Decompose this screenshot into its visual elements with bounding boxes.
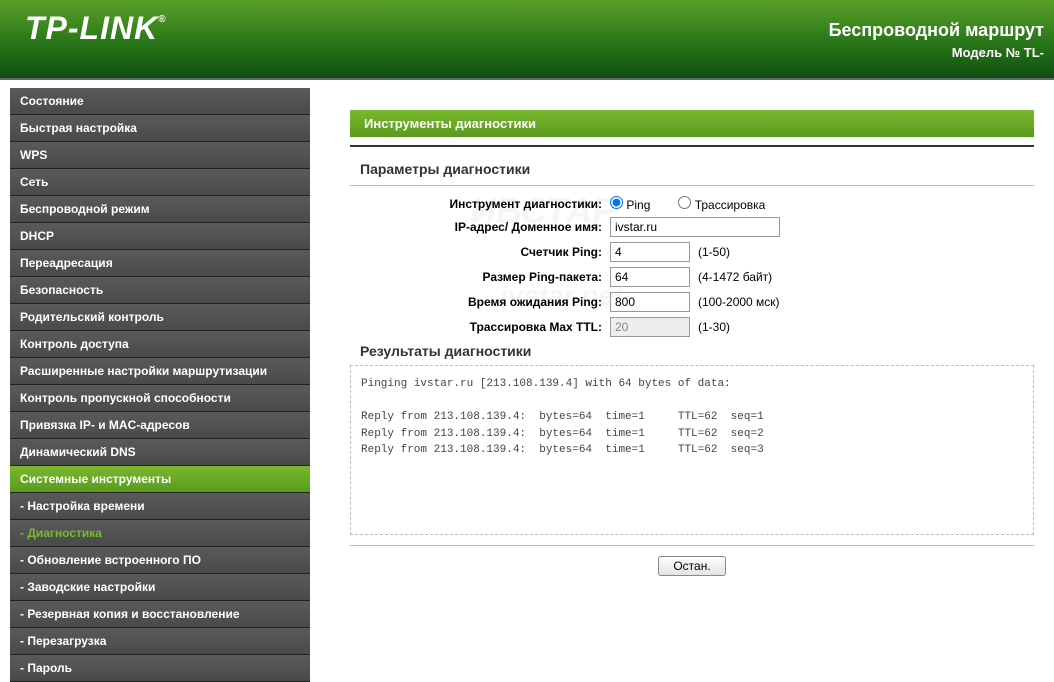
input-max-ttl [610,317,690,337]
radio-ping[interactable] [610,196,623,209]
input-timeout[interactable] [610,292,690,312]
stop-button[interactable]: Остан. [658,556,725,576]
nav-password[interactable]: - Пароль [10,655,310,682]
results-box: Pinging ivstar.ru [213.108.139.4] with 6… [350,365,1034,535]
input-ping-count[interactable] [610,242,690,262]
product-model: Модель № TL- [829,45,1044,60]
radio-ping-label[interactable]: Ping [610,196,650,212]
results-header: Результаты диагностики [360,343,1034,359]
nav-dhcp[interactable]: DHCP [10,223,310,250]
input-packet-size[interactable] [610,267,690,287]
nav-quick-setup[interactable]: Быстрая настройка [10,115,310,142]
nav-access-control[interactable]: Контроль доступа [10,331,310,358]
divider [350,185,1034,186]
radio-trace-label[interactable]: Трассировка [678,196,765,212]
label-ping-count: Счетчик Ping: [350,245,610,259]
nav-backup-restore[interactable]: - Резервная копия и восстановление [10,601,310,628]
hint-max-ttl: (1-30) [698,320,730,334]
nav-routing[interactable]: Расширенные настройки маршрутизации [10,358,310,385]
hint-timeout: (100-2000 мск) [698,295,780,309]
nav-status[interactable]: Состояние [10,88,310,115]
nav-parental[interactable]: Родительский контроль [10,304,310,331]
hint-ping-count: (1-50) [698,245,730,259]
nav-factory[interactable]: - Заводские настройки [10,574,310,601]
label-tool: Инструмент диагностики: [350,197,610,211]
header-right: Беспроводной маршрут Модель № TL- [829,20,1044,60]
nav-wireless[interactable]: Беспроводной режим [10,196,310,223]
header: TP-LINK® Беспроводной маршрут Модель № T… [0,0,1054,80]
hint-packet-size: (4-1472 байт) [698,270,772,284]
nav-wps[interactable]: WPS [10,142,310,169]
nav-bandwidth[interactable]: Контроль пропускной способности [10,385,310,412]
input-ip[interactable] [610,217,780,237]
nav-arp-binding[interactable]: Привязка IP- и MAC-адресов [10,412,310,439]
sidebar: Состояние Быстрая настройка WPS Сеть Бес… [0,80,310,682]
main-content: ИВСТАР ivstar.net Инструменты диагностик… [310,80,1054,682]
label-ip: IP-адрес/ Доменное имя: [350,220,610,234]
label-max-ttl: Трассировка Max TTL: [350,320,610,334]
divider [350,545,1034,546]
product-title: Беспроводной маршрут [829,20,1044,41]
nav-forwarding[interactable]: Переадресация [10,250,310,277]
radio-trace[interactable] [678,196,691,209]
nav-time-settings[interactable]: - Настройка времени [10,493,310,520]
params-header: Параметры диагностики [360,161,1034,177]
divider [350,145,1034,147]
page-title: Инструменты диагностики [350,110,1034,137]
nav-firmware[interactable]: - Обновление встроенного ПО [10,547,310,574]
nav-reboot[interactable]: - Перезагрузка [10,628,310,655]
nav-network[interactable]: Сеть [10,169,310,196]
nav-diagnostics[interactable]: - Диагностика [10,520,310,547]
label-packet-size: Размер Ping-пакета: [350,270,610,284]
nav-security[interactable]: Безопасность [10,277,310,304]
label-timeout: Время ожидания Ping: [350,295,610,309]
nav-system-tools[interactable]: Системные инструменты [10,466,310,493]
nav-ddns[interactable]: Динамический DNS [10,439,310,466]
